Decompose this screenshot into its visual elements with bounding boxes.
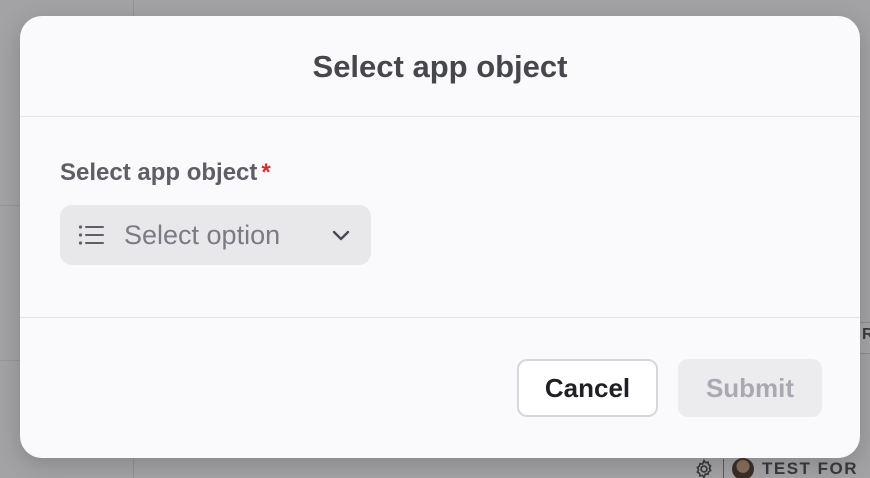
field-label-text: Select app object: [60, 159, 258, 186]
dialog-body: Select app object * Select option: [20, 117, 860, 318]
footer-separator: [723, 459, 724, 478]
avatar: [732, 458, 754, 478]
app-object-select[interactable]: Select option: [60, 205, 371, 265]
background-footer: TEST FOR: [693, 458, 858, 478]
background-cell-text: R: [862, 326, 870, 343]
gear-icon: [696, 458, 712, 478]
select-placeholder: Select option: [124, 219, 281, 250]
dialog-title: Select app object: [312, 49, 568, 84]
dialog-footer: Cancel Submit: [20, 318, 860, 458]
required-mark: *: [261, 159, 271, 186]
dialog-header: Select app object: [20, 16, 860, 117]
list-icon: [78, 225, 104, 245]
submit-button[interactable]: Submit: [678, 359, 822, 417]
user-label: TEST FOR: [762, 459, 859, 478]
field-label: Select app object *: [60, 159, 271, 187]
cancel-button[interactable]: Cancel: [517, 359, 658, 417]
chevron-down-icon: [332, 230, 350, 241]
select-app-object-dialog: Select app object Select app object * Sel…: [20, 16, 860, 458]
